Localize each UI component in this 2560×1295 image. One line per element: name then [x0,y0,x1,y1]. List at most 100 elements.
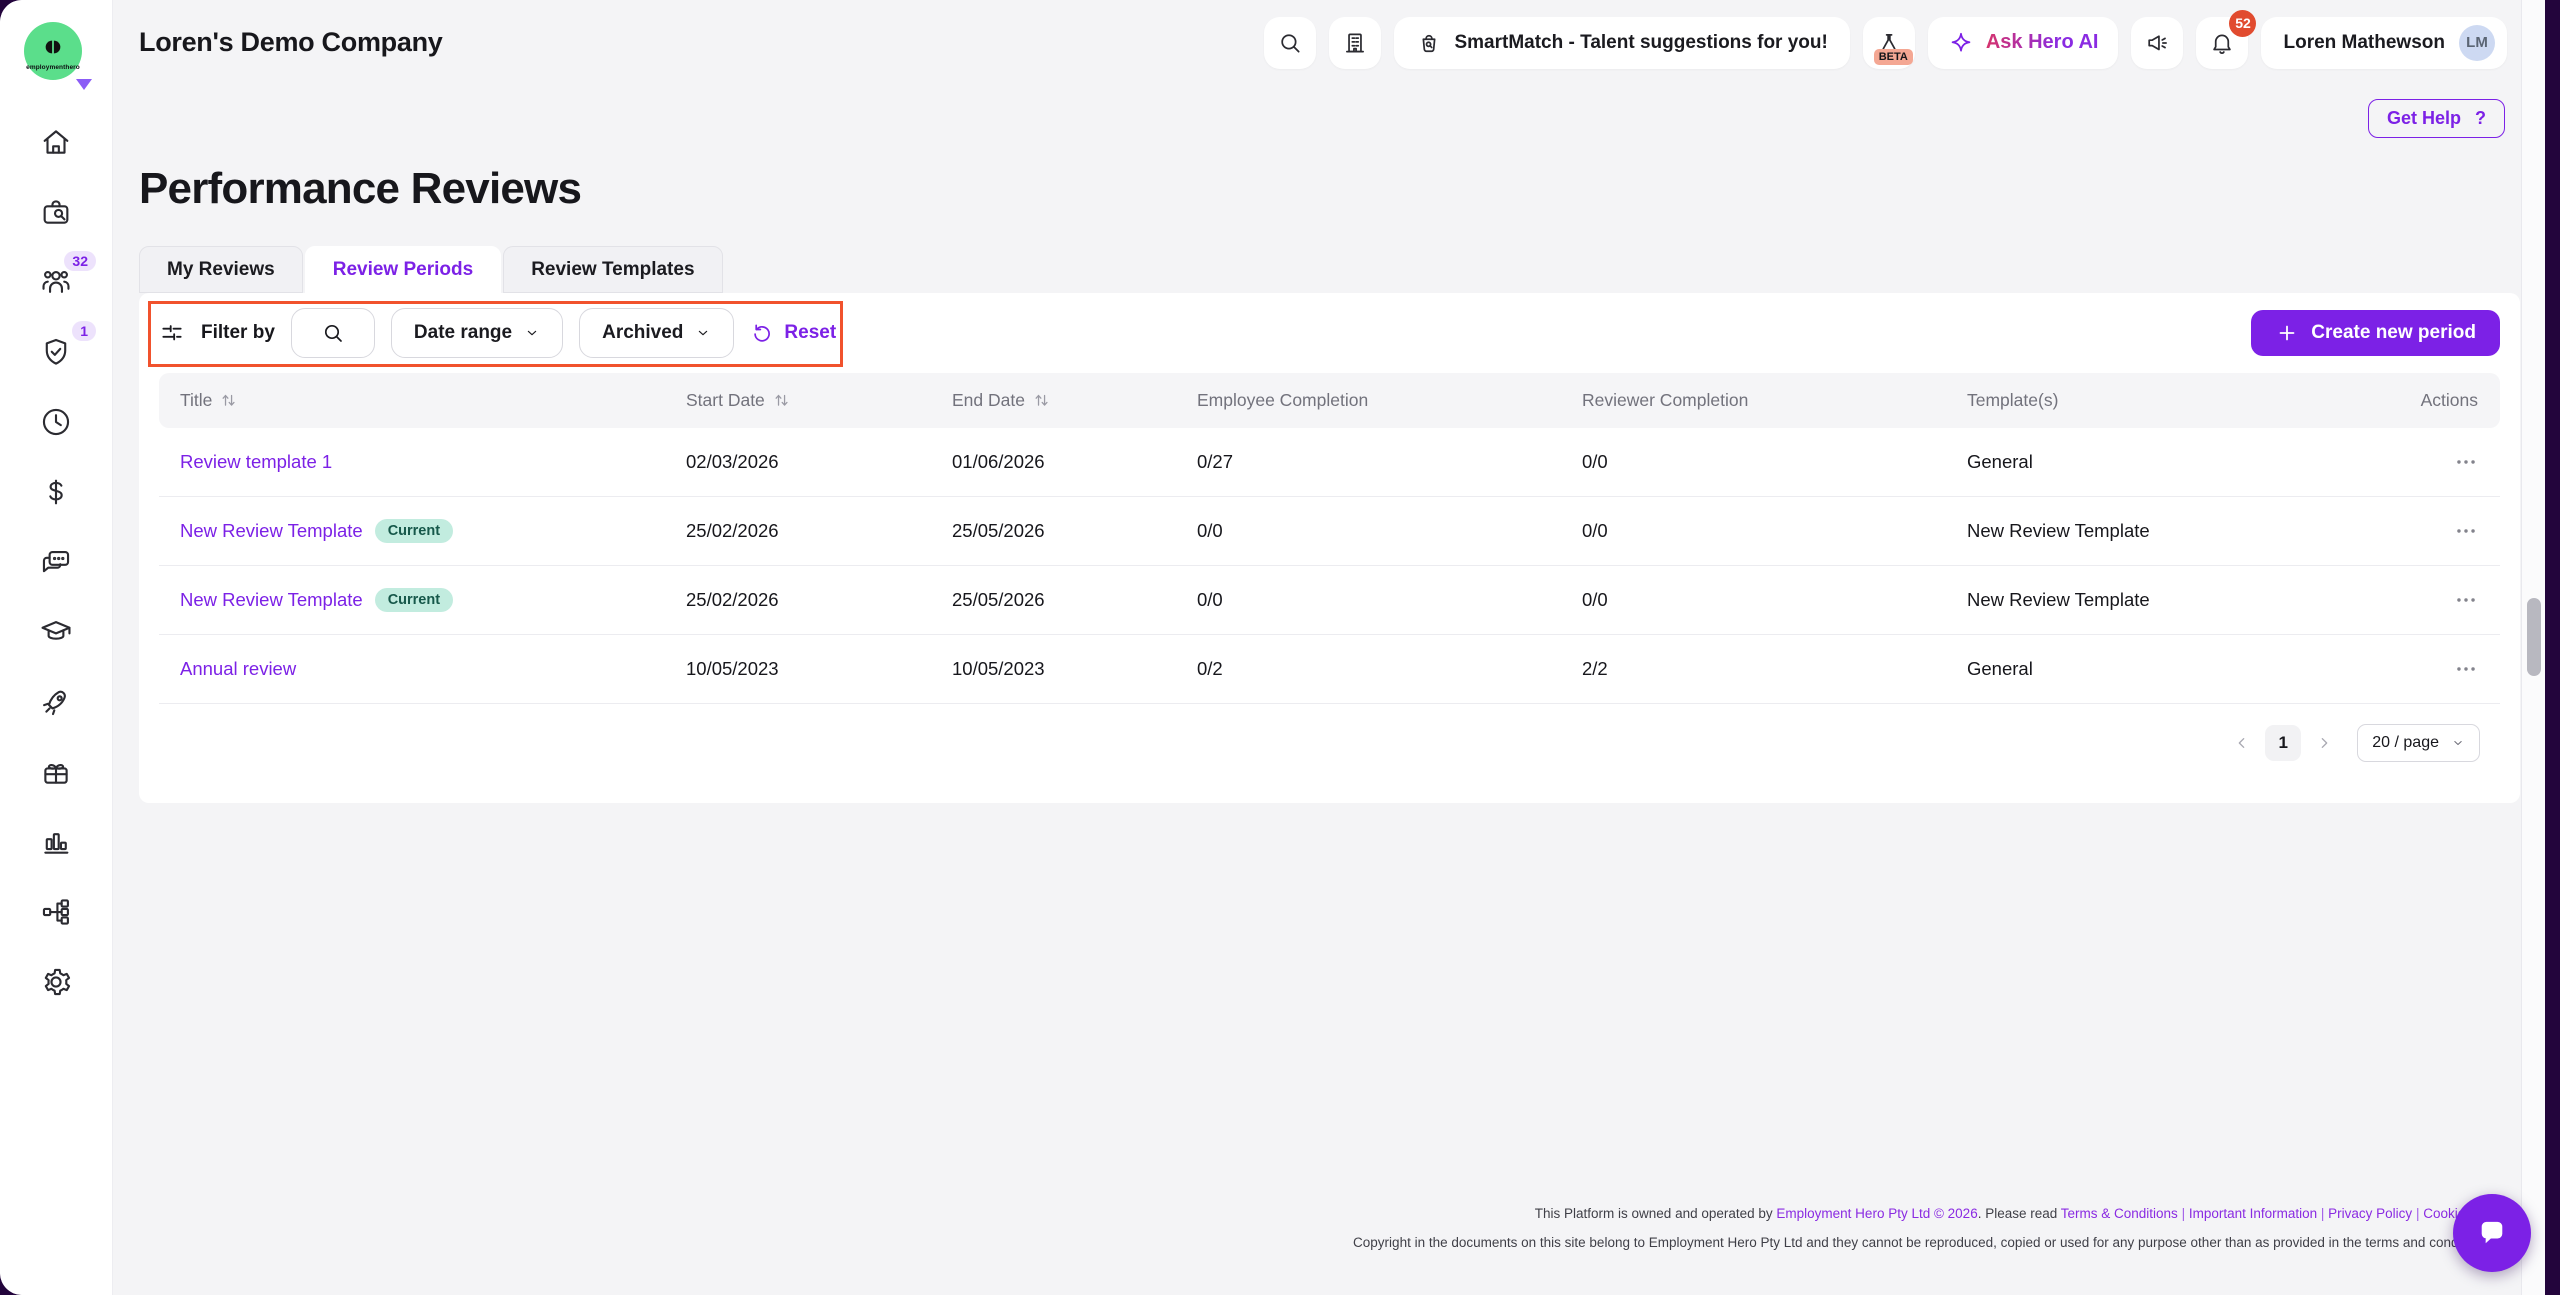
clock-icon [39,405,73,439]
cell-reviewer-completion: 0/0 [1582,451,1967,473]
plus-icon [2275,321,2299,345]
cell-actions [2414,586,2500,614]
footer-link-terms[interactable]: Terms & Conditions [2061,1206,2178,1221]
sidebar-item-messages[interactable] [32,538,80,586]
table-header-row: Title Start Date End Date Employee [159,373,2500,428]
tab-review-periods[interactable]: Review Periods [305,246,501,293]
sidebar-item-org-chart[interactable] [32,888,80,936]
create-new-period-button[interactable]: Create new period [2251,310,2500,356]
ellipsis-icon [2453,656,2479,682]
column-label: Employee Completion [1197,390,1368,411]
scrollbar-track[interactable] [2521,0,2545,1295]
footer-separator: | [2317,1206,2328,1221]
labs-button[interactable]: BETA [1863,17,1915,69]
cell-reviewer-completion: 2/2 [1582,658,1967,680]
ellipsis-icon [2453,518,2479,544]
chevron-right-icon [2316,735,2332,751]
search-button[interactable] [1264,17,1316,69]
megaphone-icon [2144,30,2170,56]
date-range-filter[interactable]: Date range [391,308,563,358]
smartmatch-banner[interactable]: SmartMatch - Talent suggestions for you! [1394,17,1849,69]
get-help-button[interactable]: Get Help ? [2368,99,2505,138]
announcements-button[interactable] [2131,17,2183,69]
company-directory-button[interactable] [1329,17,1381,69]
cell-employee-completion: 0/0 [1197,589,1582,611]
archived-filter[interactable]: Archived [579,308,734,358]
row-actions-button[interactable] [2448,586,2484,614]
bell-icon [2209,30,2235,56]
get-help-label: Get Help [2387,108,2461,129]
sidebar-item-goals[interactable] [32,678,80,726]
table-row: New Review Template Current 25/02/2026 2… [159,497,2500,566]
table-search-button[interactable] [291,308,375,358]
tab-review-templates[interactable]: Review Templates [503,246,722,293]
column-label: Actions [2421,390,2478,411]
scrollbar-thumb[interactable] [2527,598,2541,676]
sidebar-nav: 32 1 [32,118,80,1028]
row-actions-button[interactable] [2448,655,2484,683]
footer-link-important-information[interactable]: Important Information [2189,1206,2317,1221]
page-number[interactable]: 1 [2265,725,2301,761]
review-period-link[interactable]: Review template 1 [180,451,332,473]
ask-hero-ai-label: Ask Hero AI [1986,31,2099,54]
previous-page-button[interactable] [2227,728,2257,758]
shield-check-icon [39,335,73,369]
sidebar-item-payroll[interactable] [32,468,80,516]
column-label: Reviewer Completion [1582,390,1748,411]
sidebar-item-recruitment[interactable] [32,188,80,236]
cell-title: New Review Template Current [180,519,686,543]
sidebar-item-learning[interactable] [32,608,80,656]
graduation-cap-icon [39,615,73,649]
cell-actions [2414,655,2500,683]
column-header-title: Title [180,390,686,412]
get-help-row: Get Help ? [113,99,2505,138]
notifications-button[interactable]: 52 [2196,17,2248,69]
chat-icon [39,545,73,579]
sidebar-item-people[interactable]: 32 [32,258,80,306]
footer-link-employment-hero[interactable]: Employment Hero Pty Ltd © 2026 [1776,1206,1977,1221]
reset-filters-button[interactable]: Reset [750,321,836,345]
dollar-icon [39,475,73,509]
next-page-button[interactable] [2309,728,2339,758]
org-switcher[interactable]: employmenthero [24,22,88,86]
cell-title: Review template 1 [180,451,686,473]
logo-text: employmenthero [26,64,80,71]
row-actions-button[interactable] [2448,517,2484,545]
sidebar-item-time[interactable] [32,398,80,446]
sidebar-item-home[interactable] [32,118,80,166]
chat-widget-button[interactable] [2453,1194,2531,1272]
review-period-link[interactable]: New Review Template [180,520,363,542]
cell-start-date: 10/05/2023 [686,658,952,680]
user-menu[interactable]: Loren Mathewson LM [2261,17,2507,69]
review-periods-card: Filter by Date range Archived [139,293,2520,803]
sort-icon[interactable] [1031,390,1053,412]
sort-icon[interactable] [771,390,793,412]
sidebar: employmenthero 32 1 [0,0,113,1295]
sidebar-item-settings[interactable] [32,958,80,1006]
beta-badge: BETA [1874,49,1913,65]
cell-templates: New Review Template [1967,589,2414,611]
sidebar-item-benefits[interactable] [32,748,80,796]
people-badge: 32 [64,251,96,271]
gift-icon [39,755,73,789]
chevron-down-icon [2451,736,2465,750]
footer-link-privacy-policy[interactable]: Privacy Policy [2328,1206,2412,1221]
sidebar-item-compliance[interactable]: 1 [32,328,80,376]
cell-employee-completion: 0/0 [1197,520,1582,542]
sidebar-item-reports[interactable] [32,818,80,866]
sort-icon[interactable] [218,390,240,412]
review-period-link[interactable]: New Review Template [180,589,363,611]
tab-my-reviews[interactable]: My Reviews [139,246,303,293]
column-header-employee-completion: Employee Completion [1197,390,1582,411]
app-window: employmenthero 32 1 [0,0,2521,1295]
question-mark-icon: ? [2475,108,2486,129]
ask-hero-ai-button[interactable]: Ask Hero AI [1928,17,2119,69]
review-period-link[interactable]: Annual review [180,658,296,680]
cell-end-date: 10/05/2023 [952,658,1197,680]
current-badge: Current [375,519,453,543]
page-size-select[interactable]: 20 / page [2357,724,2480,762]
footer: This Platform is owned and operated by E… [1353,1199,2505,1257]
avatar: LM [2459,25,2495,61]
row-actions-button[interactable] [2448,448,2484,476]
page-size-value: 20 / page [2372,734,2439,752]
